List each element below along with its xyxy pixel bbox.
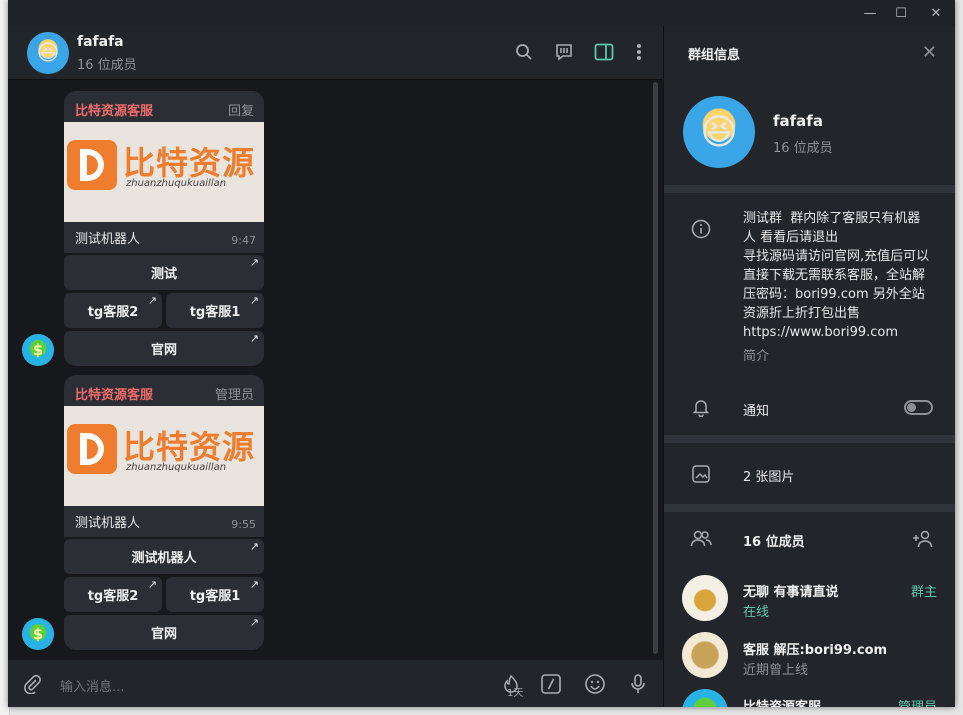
title-bar: — ☐ ✕ (8, 0, 955, 26)
inline-button-website[interactable]: 官网 ↗ (64, 331, 264, 366)
image-subtitle: zhuanzhuqukuaillan (126, 462, 227, 473)
divider (664, 185, 955, 193)
message-tag: 回复 (227, 104, 254, 119)
group-name: fafafa (773, 112, 823, 130)
group-description: 测试群 群内除了客服只有机器人 看看后请退出 寻找源码请访问官网,充值后可以直接… (743, 211, 930, 340)
member-status: 在线 (743, 605, 770, 620)
message-image[interactable]: 比特资源 zhuanzhuqukuaillan (64, 122, 264, 222)
info-icon (690, 218, 712, 240)
add-member-icon[interactable] (912, 528, 934, 550)
brand-logo-icon (67, 140, 117, 190)
members-count-label: 16 位成员 (743, 535, 805, 550)
external-link-icon: ↗ (147, 294, 157, 307)
message-time: 9:47 (231, 234, 256, 247)
member-name[interactable]: 比特资源客服 (743, 696, 821, 707)
sender-avatar[interactable]: $ (22, 334, 54, 366)
minimize-button[interactable]: — (853, 0, 887, 26)
inline-button-website[interactable]: 官网 ↗ (64, 615, 264, 650)
app-window: — ☐ ✕ 😆 fafafa 16 位成员 比特资源客服 回复 比特资源 zhu… (8, 0, 955, 707)
divider (664, 504, 955, 512)
description-label: 简介 (743, 349, 770, 364)
external-link-icon: ↗ (249, 540, 259, 553)
members-icon (690, 528, 712, 550)
inline-button-test-bot[interactable]: 测试机器人 ↗ (64, 539, 264, 574)
close-panel-button[interactable]: ✕ (922, 42, 937, 63)
maximize-button[interactable]: ☐ (884, 0, 918, 26)
attach-icon[interactable] (20, 672, 44, 696)
toggle-knob (907, 403, 916, 412)
message-bubble[interactable]: 比特资源客服 管理员 比特资源 zhuanzhuqukuaillan 测试机器人… (64, 375, 264, 537)
group-member-count: 16 位成员 (773, 141, 833, 156)
group-avatar-large[interactable]: 😆 (683, 96, 755, 168)
member-avatar[interactable] (682, 689, 728, 707)
group-avatar[interactable]: 😆 (27, 32, 69, 74)
chat-header[interactable]: 😆 fafafa 16 位成员 (8, 26, 663, 80)
sender-name[interactable]: 比特资源客服 (75, 100, 153, 119)
microphone-icon[interactable] (626, 672, 650, 696)
media-photos-link[interactable]: 2 张图片 (743, 466, 794, 485)
chat-title: fafafa (77, 34, 124, 50)
group-info-panel: 群组信息 ✕ 😆 fafafa 16 位成员 测试群 群内除了客服只有机器人 看… (663, 26, 955, 707)
member-avatar[interactable] (682, 632, 728, 678)
external-link-icon: ↗ (147, 578, 157, 591)
member-role: 群主 (910, 585, 937, 600)
image-icon (690, 463, 712, 485)
member-role: 管理员 (898, 696, 937, 707)
panel-title: 群组信息 (688, 48, 741, 63)
close-icon: ✕ (921, 42, 937, 63)
external-link-icon: ↗ (249, 332, 259, 345)
brand-logo-icon (67, 424, 117, 474)
maximize-icon: ☐ (895, 5, 907, 21)
sidebar-toggle-icon[interactable] (593, 41, 615, 63)
bot-commands-icon[interactable] (539, 672, 563, 696)
external-link-icon: ↗ (249, 578, 259, 591)
message-time: 9:55 (231, 518, 256, 531)
message-caption: 测试机器人 (75, 516, 141, 531)
inline-button-tg1[interactable]: tg客服1 ↗ (166, 293, 264, 328)
inline-button-tg1[interactable]: tg客服1 ↗ (166, 577, 264, 612)
member-status: 近期曾上线 (743, 663, 809, 678)
more-icon[interactable] (628, 41, 650, 63)
message-image[interactable]: 比特资源 zhuanzhuqukuaillan (64, 406, 264, 506)
message-tag: 管理员 (214, 388, 254, 403)
inline-button-tg2[interactable]: tg客服2 ↗ (64, 293, 162, 328)
external-link-icon: ↗ (249, 294, 259, 307)
message-bubble[interactable]: 比特资源客服 回复 比特资源 zhuanzhuqukuaillan 测试机器人 … (64, 91, 264, 253)
inline-button-test[interactable]: 测试 ↗ (64, 255, 264, 290)
poll-icon[interactable] (553, 41, 575, 63)
message-input[interactable]: 输入消息... (60, 676, 124, 695)
sender-name[interactable]: 比特资源客服 (75, 384, 153, 403)
inline-button-tg2[interactable]: tg客服2 ↗ (64, 577, 162, 612)
message-composer: 输入消息... 1天 (8, 660, 663, 707)
external-link-icon: ↗ (249, 616, 259, 629)
image-subtitle: zhuanzhuqukuaillan (126, 178, 227, 189)
bell-icon (690, 396, 712, 418)
sender-avatar[interactable]: $ (22, 618, 54, 650)
search-icon[interactable] (513, 41, 535, 63)
timer-label: 1天 (507, 688, 524, 699)
notifications-toggle[interactable] (904, 400, 933, 415)
auto-delete-timer-icon[interactable]: 1天 (495, 672, 527, 699)
member-avatar[interactable] (682, 575, 728, 621)
close-icon: ✕ (930, 5, 942, 21)
chat-subtitle: 16 位成员 (77, 58, 137, 73)
close-window-button[interactable]: ✕ (919, 0, 953, 26)
scrollbar[interactable] (653, 82, 658, 654)
external-link-icon: ↗ (249, 256, 259, 269)
minimize-icon: — (863, 5, 877, 21)
member-name[interactable]: 客服 解压:bori99.com (743, 639, 887, 658)
message-list[interactable]: 比特资源客服 回复 比特资源 zhuanzhuqukuaillan 测试机器人 … (8, 80, 663, 660)
member-name[interactable]: 无聊 有事请直说 (743, 581, 839, 600)
divider (664, 435, 955, 443)
message-caption: 测试机器人 (75, 232, 141, 247)
notifications-label: 通知 (743, 404, 770, 419)
emoji-icon[interactable] (583, 672, 607, 696)
